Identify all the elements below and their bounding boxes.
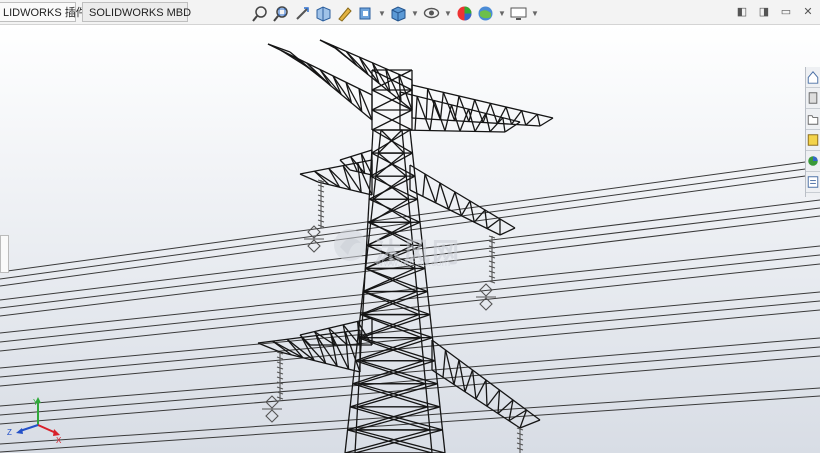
- tower-top-arm-member: [429, 100, 435, 131]
- chevron-down-icon[interactable]: ▼: [378, 9, 386, 18]
- tower-lower-arm-member: [486, 389, 501, 407]
- tower-mid-arm-member: [339, 149, 373, 161]
- tower-lower-arm-member: [458, 359, 466, 392]
- file-explorer-icon[interactable]: [806, 109, 820, 130]
- chevron-down-icon[interactable]: ▼: [411, 9, 419, 18]
- zoom-to-fit-icon[interactable]: [252, 5, 269, 22]
- tower-top-arm-member: [293, 56, 322, 79]
- triad-z-label: Z: [7, 428, 12, 437]
- tower-top-arm-member: [502, 117, 506, 133]
- reference-triad: Y X Z: [7, 397, 62, 445]
- tab-solidworks-addins[interactable]: LIDWORKS 插件: [0, 2, 87, 22]
- tower-top-arm-member: [439, 92, 444, 120]
- tower-top-arm-member: [267, 43, 291, 53]
- tower-mid-arm-member: [499, 227, 516, 236]
- dynamic-annotation-icon[interactable]: [336, 5, 353, 22]
- tower-mast-member: [377, 129, 403, 154]
- tower-top-arm-member: [319, 69, 342, 95]
- apply-scene-icon[interactable]: [477, 5, 494, 22]
- tower-top-arm-member: [505, 106, 513, 125]
- design-library-icon[interactable]: [806, 88, 820, 109]
- view-settings-icon[interactable]: [510, 5, 527, 22]
- feature-manager-flyout-handle[interactable]: [0, 235, 9, 273]
- tower-top-arm-member: [459, 108, 470, 132]
- tower-top-arm-member: [332, 45, 358, 67]
- tower-top-arm-member: [425, 88, 429, 119]
- graphics-area[interactable]: 沐风网 www.mfcad.com Y X Z: [0, 25, 820, 453]
- tower-lower-arm-member: [475, 379, 487, 400]
- zoom-to-area-icon[interactable]: [273, 5, 290, 22]
- tower-top-arm-member: [416, 96, 431, 131]
- tower-mast-member: [375, 152, 405, 177]
- tower-lower-arm-member: [442, 349, 447, 378]
- tower-top-arm-member: [433, 100, 446, 132]
- tower-mid-arm-member: [299, 173, 319, 183]
- triad-x-axis: [37, 424, 57, 434]
- tower-mid-arm-member: [447, 191, 456, 210]
- tower-mast-member: [355, 360, 426, 385]
- tower-lower-arm-member: [464, 369, 474, 392]
- tower-top-arm-member: [450, 104, 461, 132]
- maximize-icon[interactable]: ▭: [780, 6, 792, 18]
- view-orientation-icon[interactable]: [357, 5, 374, 22]
- tower-top-arm-member: [345, 50, 369, 76]
- chevron-down-icon[interactable]: ▼: [444, 9, 452, 18]
- previous-view-icon[interactable]: [294, 5, 311, 22]
- triad-x-label: X: [56, 436, 62, 445]
- close-icon[interactable]: ✕: [802, 6, 814, 18]
- home-icon[interactable]: [806, 67, 820, 88]
- tower-top-arm-member: [444, 104, 453, 132]
- tile-icon[interactable]: ◧: [736, 6, 748, 18]
- tower-top-arm-member: [496, 106, 507, 124]
- conductor-wire: [0, 355, 820, 425]
- insulator-yoke: [265, 409, 279, 423]
- chevron-down-icon[interactable]: ▼: [498, 9, 506, 18]
- tower-mast-member: [375, 175, 409, 200]
- insulator-yoke: [307, 239, 321, 253]
- tab-solidworks-mbd[interactable]: SOLIDWORKS MBD: [82, 2, 191, 22]
- tower-mid-arm-member: [435, 182, 441, 203]
- task-pane-tabs: [805, 67, 820, 197]
- document-window-controls: ◧ ◨ ▭ ✕: [736, 6, 814, 18]
- tower-mast-member: [357, 313, 420, 339]
- tower-top-arm-member: [319, 39, 336, 49]
- tower-top-arm-member: [536, 114, 541, 127]
- heads-up-view-toolbar: ▼ ▼ ▼ ▼ ▼: [252, 4, 539, 22]
- watermark-url: www.mfcad.com: [376, 259, 451, 269]
- tower-top-arm-member: [525, 113, 538, 126]
- view-palette-icon[interactable]: [806, 130, 820, 151]
- command-manager-tabs: LIDWORKS 插件 SOLIDWORKS MBD ▼ ▼ ▼ ▼ ▼ ◧ ◨…: [0, 0, 820, 25]
- tower-top-arm-member: [539, 117, 554, 127]
- watermark-logo: 沐风网 www.mfcad.com: [330, 225, 500, 273]
- restore-icon[interactable]: ◨: [758, 6, 770, 18]
- custom-properties-icon[interactable]: [806, 172, 820, 193]
- section-view-icon[interactable]: [315, 5, 332, 22]
- tower-top-arm-member: [414, 96, 418, 131]
- tower-mast-member: [378, 152, 407, 177]
- tower-top-arm-member: [511, 110, 523, 125]
- hide-show-items-icon[interactable]: [423, 5, 440, 22]
- display-style-icon[interactable]: [390, 5, 407, 22]
- tower-mid-arm-member: [422, 173, 426, 197]
- triad-y-label: Y: [33, 398, 39, 407]
- watermark-emblem-icon: [334, 229, 366, 261]
- tower-lower-arm-member: [453, 359, 460, 385]
- tower-top-arm-member: [306, 62, 332, 87]
- triad-z-axis: [19, 424, 39, 432]
- tower-top-arm-member: [489, 103, 498, 124]
- tower-mast-member: [380, 129, 405, 154]
- edit-appearance-icon[interactable]: [456, 5, 473, 22]
- tower-mid-arm-member: [469, 200, 475, 223]
- tower-top-arm-member: [521, 110, 527, 126]
- appearances-icon[interactable]: [806, 151, 820, 172]
- chevron-down-icon[interactable]: ▼: [531, 9, 539, 18]
